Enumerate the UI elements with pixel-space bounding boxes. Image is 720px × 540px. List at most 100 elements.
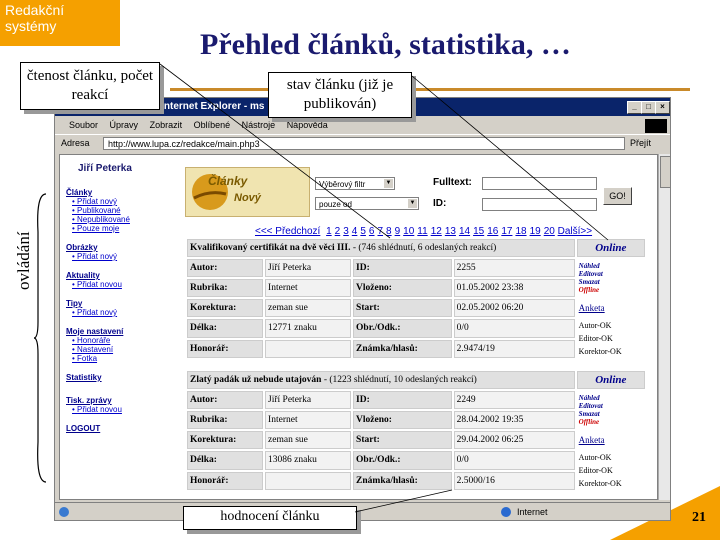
pager-page-link[interactable]: 11 <box>417 226 427 237</box>
id-input[interactable] <box>482 198 597 211</box>
field-value: zeman sue <box>265 299 352 317</box>
sidebar-item-fees[interactable]: • Honoráře <box>72 336 176 345</box>
pager-page-link[interactable]: 18 <box>515 226 526 237</box>
pager-next[interactable]: Další>> <box>558 226 592 237</box>
sidebar-item-photo[interactable]: • Fotka <box>72 354 176 363</box>
check-proofreader: Korektor-OK <box>578 479 622 488</box>
filter-select[interactable]: Výběrový filtr ▼ <box>315 177 395 190</box>
go-button[interactable]: Přejít <box>630 138 651 148</box>
rating-value: 2.9474/19 <box>453 339 575 358</box>
sidebar-item-add-news[interactable]: • Přidat novou <box>72 280 176 289</box>
preview-link[interactable]: Náhled <box>579 394 643 402</box>
sidebar-item-tips[interactable]: Tipy <box>66 299 176 308</box>
pager-page-link[interactable]: 9 <box>395 226 401 237</box>
sidebar-item-add-article[interactable]: • Přidat nový <box>72 197 176 206</box>
sidebar-item-settings[interactable]: • Nastavení <box>72 345 176 354</box>
pager-page-link[interactable]: 8 <box>386 226 392 237</box>
close-button[interactable]: × <box>655 101 670 114</box>
pager-page-link[interactable]: 6 <box>369 226 375 237</box>
delete-link[interactable]: Smazat <box>579 278 643 286</box>
rating-value: 2.5000/16 <box>453 471 575 490</box>
sidebar-item-logout[interactable]: LOGOUT <box>66 424 176 433</box>
menu-view[interactable]: Zobrazit <box>150 120 183 130</box>
field-label: Honorář: <box>187 339 264 358</box>
review-checks: Autor-OK Editor-OK Korektor-OK <box>576 451 645 490</box>
survey-link[interactable]: Anketa <box>576 299 645 317</box>
delete-link[interactable]: Smazat <box>579 410 643 418</box>
edit-link[interactable]: Editovat <box>579 402 643 410</box>
status-zone: Internet <box>517 507 548 517</box>
pager-page-link[interactable]: 20 <box>544 226 555 237</box>
pager-page-link[interactable]: 13 <box>445 226 456 237</box>
browser-window: t Internet Explorer - ms _ □ × Soubor Úp… <box>54 97 671 521</box>
pager-page-link[interactable]: 7 <box>377 226 383 237</box>
article-header: Kvalifikovaný certifikát na dvě věci III… <box>187 239 575 257</box>
minimize-button[interactable]: _ <box>627 101 642 114</box>
sidebar-item-unpublished[interactable]: • Nepublikované <box>72 215 176 224</box>
go-filter-button[interactable]: GO! <box>603 187 632 205</box>
offline-link[interactable]: Offline <box>579 286 643 294</box>
article-headline[interactable]: Kvalifikovaný certifikát na dvě věci III… <box>190 243 350 253</box>
survey-link[interactable]: Anketa <box>576 431 645 449</box>
field-label: Délka: <box>187 319 264 338</box>
pager-page-link[interactable]: 10 <box>403 226 414 237</box>
pager-page-link[interactable]: 3 <box>343 226 349 237</box>
field-label: Vloženo: <box>353 411 452 429</box>
sidebar-item-add-press[interactable]: • Přidat novou <box>72 405 176 414</box>
pager-page-link[interactable]: 15 <box>473 226 484 237</box>
field-value: 2255 <box>453 259 575 277</box>
logo-subtitle: Nový <box>234 192 261 204</box>
menu-help[interactable]: Nápověda <box>287 120 328 130</box>
pager-page-link[interactable]: 5 <box>360 226 366 237</box>
sidebar-item-add-tip[interactable]: • Přidat nový <box>72 308 176 317</box>
article-headline[interactable]: Zlatý padák už nebude utajován <box>190 375 321 385</box>
pager-page-link[interactable]: 17 <box>501 226 512 237</box>
sidebar-item-press[interactable]: Tisk. zprávy <box>66 396 176 405</box>
article-header: Zlatý padák už nebude utajován - (1223 s… <box>187 371 575 389</box>
sidebar-item-statistics[interactable]: Statistiky <box>66 373 176 382</box>
review-checks: Autor-OK Editor-OK Korektor-OK <box>576 319 645 358</box>
sidebar-item-news[interactable]: Aktuality <box>66 271 176 280</box>
menu-edit[interactable]: Úpravy <box>110 120 139 130</box>
pager-page-link[interactable]: 12 <box>431 226 442 237</box>
field-label: Korektura: <box>187 431 264 449</box>
sidebar-item-mine[interactable]: • Pouze moje <box>72 224 176 233</box>
sidebar-author: Jiří Peterka <box>78 163 132 174</box>
edit-link[interactable]: Editovat <box>579 270 643 278</box>
scroll-thumb[interactable] <box>660 156 671 188</box>
field-value: 2249 <box>453 391 575 409</box>
pager-page-link[interactable]: 1 <box>326 226 332 237</box>
pager-page-link[interactable]: 16 <box>487 226 498 237</box>
address-input[interactable]: http://www.lupa.cz/redakce/main.php3 <box>103 137 625 150</box>
sidebar-item-published[interactable]: • Publikované <box>72 206 176 215</box>
page-number: 21 <box>692 510 706 525</box>
check-author: Autor-OK <box>578 321 612 330</box>
side-label: ovládání <box>14 231 33 290</box>
pager-page-link[interactable]: 2 <box>335 226 341 237</box>
slide-title: Přehled článků, statistika, … <box>200 28 571 61</box>
sidebar-item-my-settings[interactable]: Moje nastavení <box>66 327 176 336</box>
sidebar-item-add-image[interactable]: • Přidat nový <box>72 252 176 261</box>
vertical-scrollbar[interactable] <box>658 154 671 500</box>
pager-prev[interactable]: <<< Předchozí <box>255 226 320 237</box>
menu-favorites[interactable]: Oblíbené <box>194 120 231 130</box>
fulltext-input[interactable] <box>482 177 597 190</box>
callout-rating: hodnocení článku <box>183 506 357 530</box>
pager-page-link[interactable]: 4 <box>352 226 358 237</box>
menu-tools[interactable]: Nástroje <box>242 120 276 130</box>
maximize-button[interactable]: □ <box>641 101 656 114</box>
pager-page-link[interactable]: 14 <box>459 226 470 237</box>
corner-tag: Redakční systémy <box>0 0 120 46</box>
sidebar-item-articles[interactable]: Články <box>66 188 176 197</box>
field-value: Jiří Peterka <box>265 259 352 277</box>
pager-page-link[interactable]: 19 <box>530 226 541 237</box>
menu-file[interactable]: Soubor <box>69 120 98 130</box>
date-filter-select[interactable]: pouze od ▼ <box>315 197 419 210</box>
field-value <box>265 471 352 490</box>
status-bar: Internet <box>55 502 670 521</box>
field-value: Internet <box>265 279 352 297</box>
preview-link[interactable]: Náhled <box>579 262 643 270</box>
callout-readership: čtenost článku, počet reakcí <box>20 62 160 110</box>
offline-link[interactable]: Offline <box>579 418 643 426</box>
sidebar-item-images[interactable]: Obrázky <box>66 243 176 252</box>
